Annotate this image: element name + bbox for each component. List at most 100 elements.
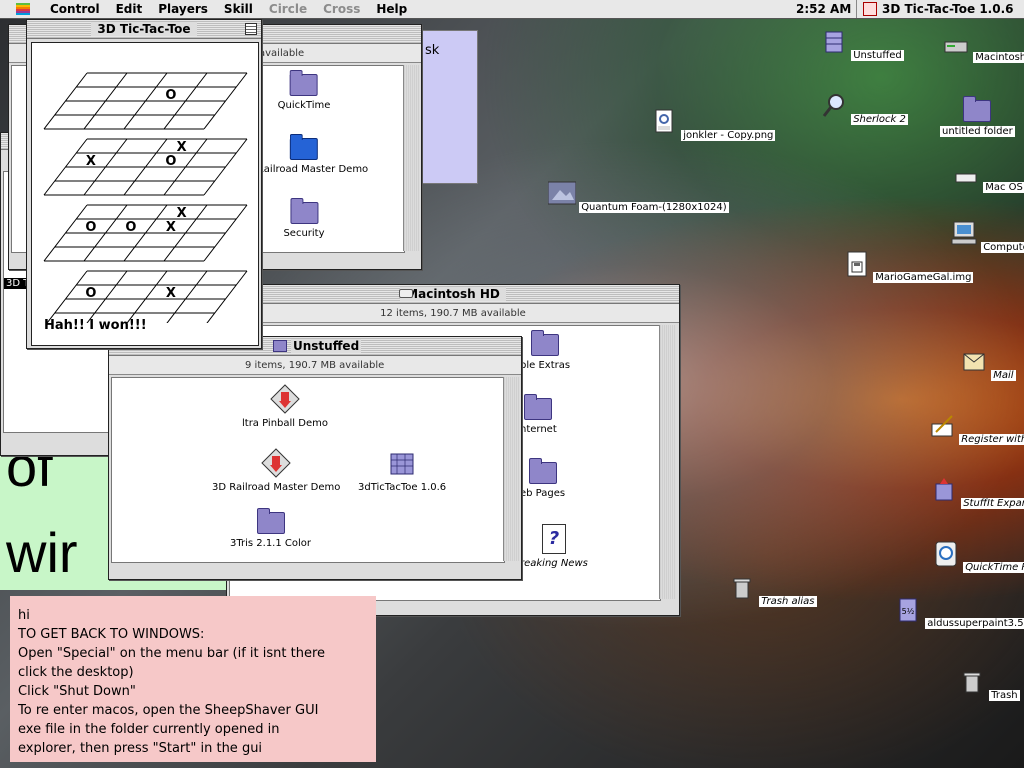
trash-icon <box>733 578 751 599</box>
item-web-pages[interactable]: eb Pages <box>520 458 565 499</box>
desktop-icon-label: Trash <box>989 690 1020 701</box>
game-boards[interactable]: OXX OXO O XO X <box>32 43 258 328</box>
desktop-icon-label: StuffIt Expander™ <box>961 498 1024 509</box>
desktop-icon-label: QuickTime Player <box>963 562 1024 573</box>
x-mark: X <box>177 140 187 155</box>
disk-image-icon <box>847 251 867 277</box>
desktop-icon-computer[interactable]: Computer <box>950 220 1024 253</box>
board-level-4[interactable]: OX <box>43 270 248 328</box>
item-label: 3dTicTacToe 1.0.6 <box>358 482 447 493</box>
desktop-icon-aldus[interactable]: 5½ aldussuperpaint3.5.sit <box>894 596 1024 629</box>
desktop-icon-untitled-folder[interactable]: untitled folder <box>940 94 1015 137</box>
item-label: ltra Pinball Demo <box>242 418 328 429</box>
desktop-icon-trash-alias[interactable]: Trash alias <box>728 574 817 607</box>
installer-icon <box>261 448 291 478</box>
macintosh-hd-scrollbar[interactable] <box>659 325 676 599</box>
game-board-area[interactable]: OXXOXOOXOX Hah!! I won!!! <box>31 42 259 346</box>
desktop-icon-label: Unstuffed <box>851 50 904 61</box>
green-note-text-2: wir <box>6 521 78 584</box>
note-line: click the desktop) <box>18 665 134 680</box>
desktop-icon-register[interactable]: Register with Apple <box>928 412 1024 445</box>
item-label: 3Tris 2.1.1 Color <box>230 538 312 549</box>
item-internet[interactable]: nternet <box>520 394 557 435</box>
note-line: hi <box>18 608 30 623</box>
folder-icon <box>289 134 318 160</box>
folder-small-icon <box>273 340 287 352</box>
desktop-icon-mariogamegal[interactable]: MarioGameGal.img <box>842 250 974 283</box>
note-line: exe file in the folder currently opened … <box>18 722 280 737</box>
unstuffed-title: Unstuffed <box>291 339 362 353</box>
note-line: TO GET BACK TO WINDOWS: <box>18 627 205 642</box>
trash-icon <box>963 672 981 693</box>
desktop-icon-mac-os-9[interactable]: Mac OS 9 <box>952 160 1024 193</box>
folder-quicktime[interactable]: QuickTime <box>278 70 330 111</box>
desktop-icon-label: jonkler - Copy.png <box>681 130 776 141</box>
folder-security[interactable]: Security <box>283 198 325 239</box>
board-level-2[interactable]: XX O <box>43 138 248 196</box>
desktop-icon-label: Sherlock 2 <box>851 114 908 125</box>
folder-window-scrollbar[interactable] <box>403 65 420 251</box>
menu-skill[interactable]: Skill <box>216 2 261 16</box>
macintosh-hd-title: Macintosh HD <box>400 287 506 301</box>
note-line: Click "Shut Down" <box>18 684 136 699</box>
folder-icon <box>528 458 557 484</box>
magnifier-icon <box>822 94 844 117</box>
desktop-icon-jonkler[interactable]: jonkler - Copy.png <box>650 108 776 141</box>
desktop-icon-quicktime-player[interactable]: QuickTime Player <box>932 540 1024 573</box>
sit-archive-icon: 5½ <box>899 598 917 622</box>
item-3tris[interactable]: 3Tris 2.1.1 Color <box>230 508 312 549</box>
note-line: explorer, then press "Start" in the gui <box>18 741 263 756</box>
item-extras[interactable]: ble Extras <box>520 330 570 371</box>
macintosh-hd-info: 12 items, 190.7 MB available <box>227 304 679 323</box>
x-mark: X <box>166 220 176 235</box>
zoom-box-icon[interactable] <box>245 23 257 35</box>
sticky-note[interactable]: hi TO GET BACK TO WINDOWS: Open "Special… <box>10 596 376 762</box>
item-breaking-news[interactable]: ? reaking News <box>520 524 588 569</box>
folder-icon <box>524 394 553 420</box>
o-mark: O <box>125 220 136 235</box>
macintosh-hd-titlebar[interactable]: Macintosh HD <box>227 285 679 304</box>
apple-menu-icon[interactable] <box>14 2 32 16</box>
o-mark: O <box>165 88 176 103</box>
desktop-icon-label: untitled folder <box>940 126 1015 137</box>
application-menu[interactable]: 3D Tic-Tac-Toe 1.0.6 <box>856 0 1014 18</box>
app-menu-icon <box>863 2 877 16</box>
item-pinball-demo[interactable]: ltra Pinball Demo <box>242 384 328 429</box>
desktop-icon-macintosh-hd[interactable]: Macintosh HD <box>942 30 1024 63</box>
menu-cross[interactable]: Cross <box>315 2 368 16</box>
menu-circle[interactable]: Circle <box>261 2 315 16</box>
x-mark: X <box>177 206 187 221</box>
unstuffed-window[interactable]: Unstuffed 9 items, 190.7 MB available lt… <box>108 336 522 580</box>
item-railroad-demo[interactable]: 3D Railroad Master Demo <box>212 448 340 493</box>
collapse-box-icon[interactable] <box>399 289 413 298</box>
desktop-icon-trash[interactable]: Trash <box>958 668 1020 701</box>
desktop-icon-label: Register with Apple <box>959 434 1024 445</box>
desktop-icon-unstuffed[interactable]: Unstuffed <box>820 28 904 61</box>
desktop-icon-label: MarioGameGal.img <box>873 272 974 283</box>
desktop-icon-quantum-foam[interactable]: Quantum Foam-(1280x1024) <box>547 180 729 213</box>
menu-control[interactable]: Control <box>42 2 108 16</box>
register-icon <box>931 415 953 437</box>
desktop-icon-stuffit-expander[interactable]: StuffIt Expander™ <box>930 476 1024 509</box>
game-message: Hah!! I won!!! <box>44 318 147 333</box>
folder-window-info-text: available <box>259 47 305 59</box>
clock[interactable]: 2:52 AM <box>796 0 851 18</box>
game-window[interactable]: 3D Tic-Tac-Toe OXXOXOOXOX Hah!! I won!!! <box>26 19 262 349</box>
item-label: 3D Railroad Master Demo <box>212 482 341 493</box>
board-level-1[interactable]: O <box>43 72 248 130</box>
item-3dtictactoe[interactable]: 3dTicTacToe 1.0.6 <box>358 448 446 493</box>
background-panel-text: sk <box>425 43 440 58</box>
menu-help[interactable]: Help <box>368 2 415 16</box>
board-level-3[interactable]: XO O X <box>43 204 248 262</box>
menu-players[interactable]: Players <box>150 2 216 16</box>
desktop-icon-mail[interactable]: Mail <box>960 348 1016 381</box>
game-titlebar[interactable]: 3D Tic-Tac-Toe <box>27 20 261 39</box>
png-file-icon <box>655 109 673 133</box>
desktop-icon-sherlock[interactable]: Sherlock 2 <box>820 92 908 125</box>
folder-icon <box>256 508 285 534</box>
x-mark: X <box>166 286 176 301</box>
unstuffed-scrollbar[interactable] <box>503 377 520 561</box>
menu-edit[interactable]: Edit <box>108 2 151 16</box>
folder-icon <box>290 70 318 96</box>
o-mark: O <box>85 220 96 235</box>
